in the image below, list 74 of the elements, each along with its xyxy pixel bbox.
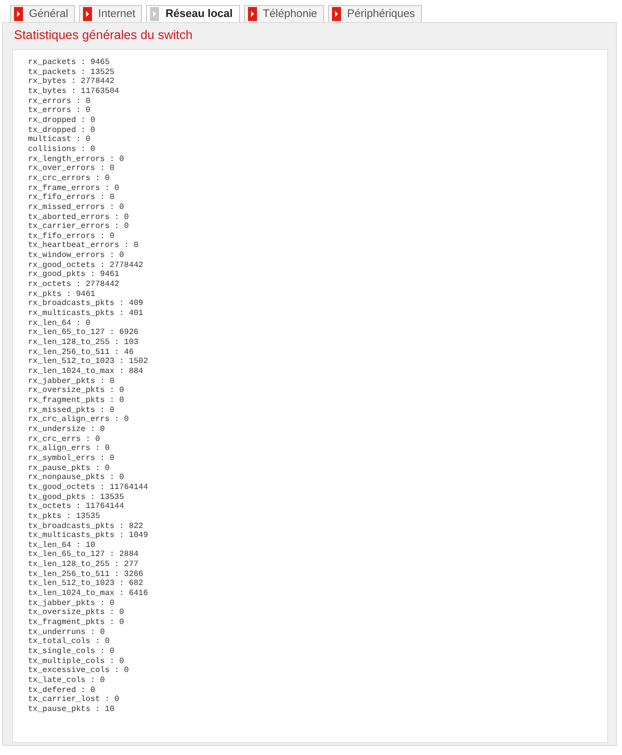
stat-line: tx_len_1024_to_max : 6416	[28, 589, 148, 599]
stat-line: rx_nonpause_pkts : 0	[28, 473, 124, 483]
stat-line: rx_jabber_pkts : 0	[28, 376, 114, 386]
stat-line: rx_len_128_to_255 : 103	[28, 338, 138, 348]
stat-line: rx_len_512_to_1023 : 1502	[28, 357, 148, 367]
stat-line: rx_len_1024_to_max : 884	[28, 367, 144, 377]
stat-line: rx_undersize : 0	[28, 424, 105, 435]
stat-line: tx_underruns : 0	[28, 628, 105, 637]
stat-line: collisions : 0	[28, 144, 96, 155]
stat-line: tx_pkts : 13535	[28, 512, 100, 522]
stat-line: tx_len_65_to_127 : 2884	[28, 550, 138, 560]
stat-line: tx_multiple_cols : 0	[28, 656, 124, 666]
stat-line: tx_dropped : 0	[28, 126, 96, 135]
stat-line: rx_crc_align_errs : 0	[28, 415, 129, 425]
stat-line: rx_octets : 2778442	[28, 280, 120, 290]
tab[interactable]: Internet	[79, 5, 142, 22]
tab[interactable]: Général	[10, 5, 76, 22]
tab[interactable]: Réseau local	[146, 5, 240, 22]
stat-line: rx_crc_errs : 0	[28, 434, 100, 444]
stat-line: tx_len_256_to_511 : 3266	[28, 570, 144, 579]
tab[interactable]: Périphériques	[328, 5, 422, 22]
stat-line: tx_fragment_pkts : 0	[28, 618, 124, 628]
tab[interactable]: Téléphonie	[244, 5, 324, 22]
stat-line: rx_good_pkts : 9461	[28, 270, 120, 280]
stat-line: tx_multicasts_pkts : 1049	[28, 531, 148, 541]
stat-line: rx_align_errs : 0	[28, 444, 110, 454]
stat-line: tx_bytes : 11763504	[28, 86, 120, 97]
stat-line: rx_good_octets : 2778442	[28, 260, 144, 270]
stat-line: rx_symbol_errs : 0	[28, 454, 114, 464]
stat-line: rx_pkts : 9461	[28, 290, 96, 299]
stat-line: tx_defered : 0	[28, 686, 96, 695]
stat-line: rx_len_64 : 0	[28, 318, 90, 328]
stat-line: rx_errors : 0	[28, 96, 90, 106]
stat-line: rx_fragment_pkts : 0	[28, 396, 124, 406]
stat-line: rx_over_errors : 0	[28, 164, 114, 174]
stat-line: rx_missed_pkts : 0	[28, 406, 114, 415]
stat-line: rx_dropped : 0	[28, 116, 96, 126]
stat-line: tx_len_128_to_255 : 277	[28, 560, 138, 570]
stat-line: tx_broadcasts_pkts : 822	[28, 522, 144, 531]
stat-line: tx_aborted_errors : 0	[28, 212, 129, 222]
stat-line: rx_packets : 9465	[28, 58, 110, 68]
stat-line: tx_single_cols : 0	[28, 647, 114, 657]
stat-line: tx_good_pkts : 13535	[28, 492, 124, 502]
stat-line: rx_len_256_to_511 : 46	[28, 348, 134, 357]
stat-line: rx_broadcasts_pkts : 409	[28, 299, 144, 309]
stat-line: rx_fifo_errors : 0	[28, 193, 114, 203]
stat-line: rx_multicasts_pkts : 401	[28, 309, 144, 319]
stat-line: tx_len_512_to_1023 : 682	[28, 579, 144, 589]
stat-line: tx_carrier_lost : 0	[28, 695, 120, 705]
stat-line: tx_heartbeat_errors : 0	[28, 241, 138, 251]
stat-line: tx_good_octets : 11764144	[28, 482, 148, 493]
stat-line: tx_late_cols : 0	[28, 676, 105, 686]
stat-line: tx_excessive_cols : 0	[28, 666, 129, 676]
stat-line: rx_pause_pkts : 0	[28, 464, 110, 473]
stat-line: tx_packets : 13525	[28, 68, 114, 77]
stat-line: rx_missed_errors : 0	[28, 202, 124, 212]
stat-line: rx_length_errors : 0	[28, 154, 124, 164]
stat-line: tx_len_64 : 10	[28, 540, 96, 550]
stat-line: tx_window_errors : 0	[28, 251, 124, 261]
stat-line: rx_len_65_to_127 : 6926	[28, 328, 138, 338]
stat-line: tx_fifo_errors : 0	[28, 232, 114, 241]
stat-line: multicast : 0	[28, 135, 90, 145]
stat-line: tx_errors : 0	[28, 106, 90, 116]
stat-line: tx_oversize_pkts : 0	[28, 608, 124, 618]
stat-line: tx_total_cols : 0	[28, 637, 110, 647]
stat-line: rx_bytes : 2778442	[28, 77, 114, 87]
stat-line: rx_crc_errors : 0	[28, 174, 110, 184]
stat-line: tx_pause_pkts : 10	[28, 704, 114, 715]
stat-line: rx_oversize_pkts : 0	[28, 386, 124, 396]
stat-line: tx_carrier_errors : 0	[28, 222, 129, 232]
stat-line: tx_jabber_pkts : 0	[28, 598, 114, 608]
panel-title: Statistiques générales du switch	[14, 27, 194, 43]
stat-line: tx_octets : 11764144	[28, 502, 124, 512]
stat-line: rx_frame_errors : 0	[28, 184, 120, 193]
